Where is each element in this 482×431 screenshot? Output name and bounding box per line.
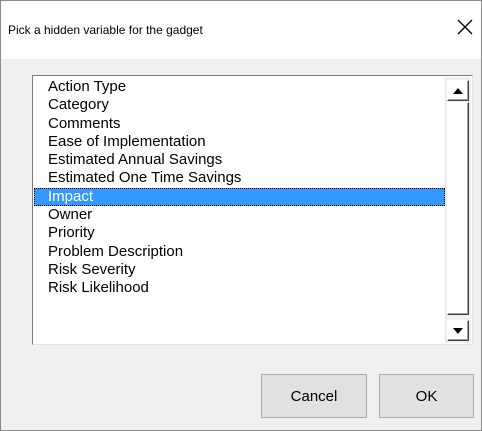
close-icon	[457, 19, 473, 35]
list-item[interactable]: Action Type	[34, 78, 445, 96]
vertical-scrollbar[interactable]	[445, 77, 471, 343]
dialog-window: Pick a hidden variable for the gadget Ac…	[0, 0, 482, 431]
list-item[interactable]: Priority	[34, 224, 445, 242]
list-item[interactable]: Impact	[34, 187, 445, 207]
list-items: Action Type Category Comments Ease of Imple…	[34, 78, 445, 298]
list-item[interactable]: Estimated One Time Savings	[34, 169, 445, 187]
list-item[interactable]: Estimated Annual Savings	[34, 151, 445, 169]
list-item[interactable]: Category	[34, 96, 445, 114]
list-item[interactable]: Comments	[34, 115, 445, 133]
scrollbar-thumb[interactable]	[447, 102, 469, 315]
list-item[interactable]: Ease of Implementation	[34, 133, 445, 151]
scroll-down-button[interactable]	[447, 320, 469, 341]
list-item[interactable]: Risk Likelihood	[34, 279, 445, 297]
triangle-down-icon	[453, 327, 463, 334]
scroll-up-button[interactable]	[447, 80, 469, 101]
list-item[interactable]: Problem Description	[34, 243, 445, 261]
close-button[interactable]	[449, 11, 481, 43]
cancel-button[interactable]: Cancel	[261, 374, 367, 418]
variable-listbox[interactable]: Action Type Category Comments Ease of Imple…	[32, 75, 473, 345]
title-bar[interactable]: Pick a hidden variable for the gadget	[1, 1, 481, 59]
ok-button[interactable]: OK	[379, 374, 474, 418]
dialog-title: Pick a hidden variable for the gadget	[8, 23, 203, 37]
list-item[interactable]: Owner	[34, 206, 445, 224]
triangle-up-icon	[453, 87, 463, 94]
list-item[interactable]: Risk Severity	[34, 261, 445, 279]
